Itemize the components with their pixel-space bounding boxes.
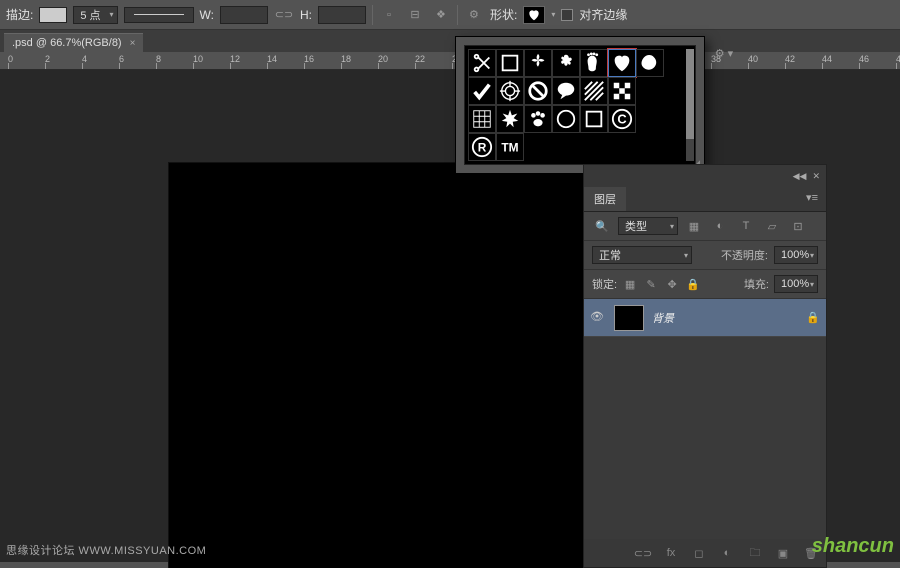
layer-lock-icon: 🔒 bbox=[806, 311, 820, 324]
close-icon[interactable]: × bbox=[130, 38, 136, 49]
layers-panel: ◀◀ ✕ 图层 ▾≡ 🔍 类型 ▦ ◐ T ▱ ⊡ 正常 不透明度: 100% … bbox=[583, 164, 827, 568]
height-label: H: bbox=[300, 8, 312, 22]
layers-list: 👁 背景 🔒 bbox=[584, 299, 826, 539]
align-edges-label: 对齐边缘 bbox=[579, 6, 627, 23]
shape-prohibit[interactable] bbox=[524, 77, 552, 105]
blend-row: 正常 不透明度: 100% bbox=[584, 241, 826, 270]
adjustment-icon[interactable]: ◐ bbox=[718, 544, 736, 562]
lock-pos-icon[interactable]: ✥ bbox=[664, 276, 680, 292]
heart-icon bbox=[526, 8, 542, 22]
shape-fleur[interactable] bbox=[524, 49, 552, 77]
height-input[interactable] bbox=[318, 6, 366, 24]
blend-mode-dropdown[interactable]: 正常 bbox=[592, 246, 692, 264]
width-input[interactable] bbox=[220, 6, 268, 24]
panel-footer: ⊂⊃ fx ◻ ◐ 🗀 ▣ 🗑 bbox=[584, 539, 826, 567]
group-icon[interactable]: 🗀 bbox=[746, 544, 764, 562]
filter-type-icon[interactable]: T bbox=[736, 218, 756, 234]
svg-text:C: C bbox=[617, 112, 626, 127]
svg-text:TM: TM bbox=[501, 141, 518, 155]
shape-diag-lines[interactable] bbox=[580, 77, 608, 105]
stroke-style-dropdown[interactable] bbox=[124, 7, 194, 23]
filter-adjust-icon[interactable]: ◐ bbox=[710, 218, 730, 234]
shape-trademark[interactable]: TM bbox=[496, 133, 524, 161]
flyout-scrollbar[interactable] bbox=[686, 49, 694, 161]
align-edges-checkbox[interactable] bbox=[561, 9, 573, 21]
flyout-gear-icon[interactable]: ⚙ ▾ bbox=[714, 43, 734, 63]
filter-pixel-icon[interactable]: ▦ bbox=[684, 218, 704, 234]
shape-foot[interactable] bbox=[580, 49, 608, 77]
lock-label: 锁定: bbox=[592, 276, 617, 292]
panel-header: ◀◀ ✕ bbox=[584, 165, 826, 187]
new-layer-icon[interactable]: ▣ bbox=[774, 544, 792, 562]
shape-paw[interactable] bbox=[524, 105, 552, 133]
watermark-left: 思缘设计论坛 WWW.MISSYUAN.COM bbox=[6, 542, 206, 558]
shape-scissors[interactable] bbox=[468, 49, 496, 77]
width-label: W: bbox=[200, 8, 214, 22]
stroke-size-dropdown[interactable]: 5 点 bbox=[73, 6, 117, 24]
fx-icon[interactable]: fx bbox=[662, 544, 680, 562]
path-ops-icon[interactable]: ▫ bbox=[379, 5, 399, 25]
mask-icon[interactable]: ◻ bbox=[690, 544, 708, 562]
stroke-color-swatch[interactable] bbox=[39, 7, 67, 23]
shape-circle-outline[interactable] bbox=[552, 105, 580, 133]
shape-blob[interactable] bbox=[636, 49, 664, 77]
layer-thumbnail[interactable] bbox=[614, 305, 644, 331]
filter-smart-icon[interactable]: ⊡ bbox=[788, 218, 808, 234]
document-tab[interactable]: .psd @ 66.7%(RGB/8) × bbox=[4, 33, 143, 52]
shape-speech[interactable] bbox=[552, 77, 580, 105]
shape-grid[interactable] bbox=[468, 105, 496, 133]
shape-registered[interactable]: R bbox=[468, 133, 496, 161]
filter-shape-icon[interactable]: ▱ bbox=[762, 218, 782, 234]
canvas-document[interactable] bbox=[169, 163, 583, 568]
shape-heart[interactable] bbox=[608, 49, 636, 77]
shape-grid: C R TM bbox=[464, 45, 696, 165]
shape-square-outline2[interactable] bbox=[580, 105, 608, 133]
watermark-right: shancun bbox=[812, 535, 894, 558]
svg-text:R: R bbox=[478, 141, 487, 155]
panel-close-icon[interactable]: ✕ bbox=[812, 171, 820, 182]
arrange-icon[interactable]: ❖ bbox=[431, 5, 451, 25]
align-icon[interactable]: ⊟ bbox=[405, 5, 425, 25]
opacity-label: 不透明度: bbox=[721, 247, 768, 263]
shape-picker-flyout: ⚙ ▾ CRTM ◢ bbox=[455, 36, 705, 174]
lock-all-icon[interactable]: 🔒 bbox=[685, 276, 701, 292]
shape-label: 形状: bbox=[490, 6, 517, 23]
search-icon[interactable]: 🔍 bbox=[592, 218, 612, 234]
lock-row: 锁定: ▦ ✎ ✥ 🔒 填充: 100% bbox=[584, 270, 826, 299]
stroke-label: 描边: bbox=[6, 6, 33, 23]
layer-name[interactable]: 背景 bbox=[652, 310, 798, 326]
lock-pixel-icon[interactable]: ✎ bbox=[643, 276, 659, 292]
fill-input[interactable]: 100% bbox=[774, 275, 818, 293]
shape-swatch[interactable] bbox=[523, 6, 545, 24]
layers-tab[interactable]: 图层 bbox=[584, 187, 626, 211]
horizontal-ruler: 0246810121416182022242628303234363840424… bbox=[0, 52, 900, 70]
shape-checkmark[interactable] bbox=[468, 77, 496, 105]
fill-label: 填充: bbox=[744, 276, 769, 292]
opacity-input[interactable]: 100% bbox=[774, 246, 818, 264]
document-tab-bar: .psd @ 66.7%(RGB/8) × bbox=[0, 30, 900, 52]
layer-row[interactable]: 👁 背景 🔒 bbox=[584, 299, 826, 337]
link-layers-icon[interactable]: ⊂⊃ bbox=[634, 544, 652, 562]
shape-square-outline[interactable] bbox=[496, 49, 524, 77]
options-bar: 描边: 5 点 W: ⊂⊃ H: ▫ ⊟ ❖ ⚙ 形状: ▾ 对齐边缘 bbox=[0, 0, 900, 30]
shape-copyright[interactable]: C bbox=[608, 105, 636, 133]
visibility-toggle-icon[interactable]: 👁 bbox=[590, 310, 606, 326]
shape-target[interactable] bbox=[496, 77, 524, 105]
filter-type-dropdown[interactable]: 类型 bbox=[618, 217, 678, 235]
panel-menu-icon[interactable]: ▾≡ bbox=[798, 187, 826, 211]
layer-filter-row: 🔍 类型 ▦ ◐ T ▱ ⊡ bbox=[584, 212, 826, 241]
shape-starburst[interactable] bbox=[496, 105, 524, 133]
shape-floral[interactable] bbox=[552, 49, 580, 77]
link-wh-icon[interactable]: ⊂⊃ bbox=[274, 5, 294, 25]
lock-trans-icon[interactable]: ▦ bbox=[622, 276, 638, 292]
document-tab-title: .psd @ 66.7%(RGB/8) bbox=[12, 37, 122, 49]
panel-collapse-icon[interactable]: ◀◀ bbox=[793, 171, 807, 182]
gear-icon[interactable]: ⚙ bbox=[464, 5, 484, 25]
shape-checker[interactable] bbox=[608, 77, 636, 105]
